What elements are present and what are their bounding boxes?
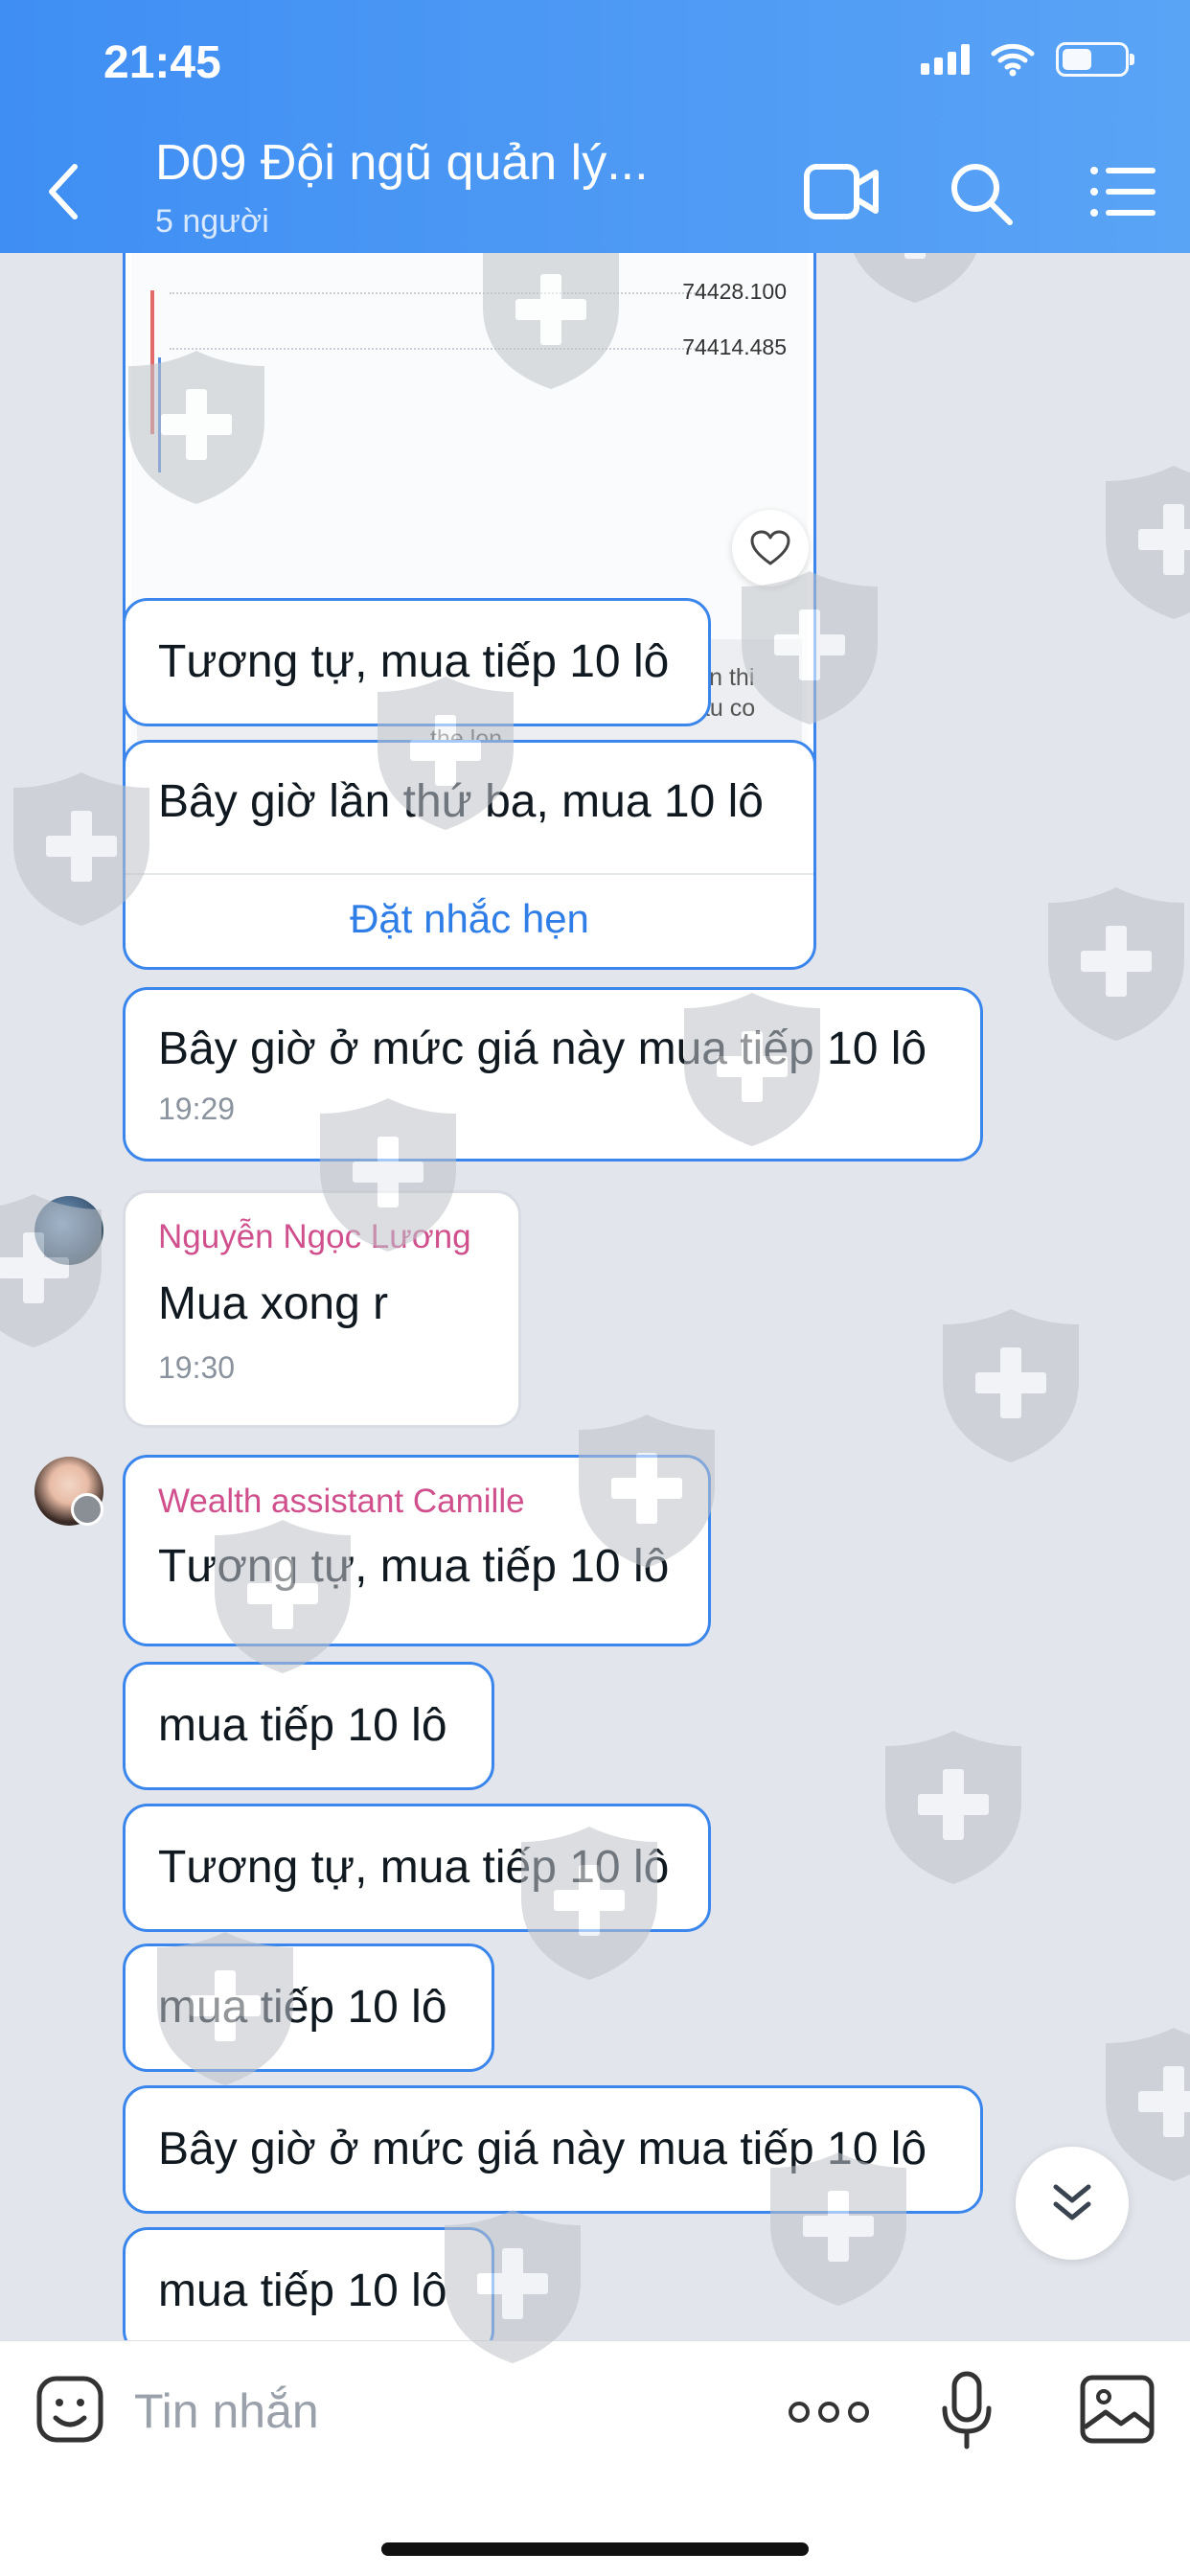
message-text: mua tiếp 10 lô [158,1700,447,1751]
message-text: Tương tự, mua tiếp 10 lô [158,1842,670,1893]
set-reminder-link[interactable]: Đặt nhắc hẹn [126,896,813,942]
sender-name[interactable]: Nguyễn Ngọc Lương [158,1218,486,1256]
wifi-icon [991,43,1035,77]
message-composer [0,2340,1190,2576]
message-text: Bây giờ lần thứ ba, mua 10 lô [158,776,764,827]
emoji-icon[interactable] [34,2374,105,2445]
more-options-icon[interactable] [786,2383,872,2441]
member-count[interactable]: 5 người [155,203,269,241]
message-bubble[interactable]: Wealth assistant Camille Tương tự, mua t… [123,1455,711,1646]
price-label: 74428.100 [682,279,787,304]
video-call-icon[interactable] [801,153,881,230]
message-bubble[interactable]: mua tiếp 10 lô [123,1944,494,2072]
message-bubble[interactable]: Tương tự, mua tiếp 10 lô [123,598,711,726]
message-time: 19:30 [158,1350,236,1385]
heart-react-button[interactable] [732,510,809,586]
heart-icon [750,530,790,565]
message-text: Bây giờ ở mức giá này mua tiếp 10 lô [158,1024,927,1074]
status-icons [921,42,1134,77]
menu-list-icon[interactable] [1085,153,1165,230]
message-bubble[interactable]: Tương tự, mua tiếp 10 lô [123,1804,711,1932]
message-text: Mua xong r [158,1278,389,1329]
price-gridline [170,292,702,294]
signal-icon [921,44,970,75]
image-gallery-icon[interactable] [1079,2374,1156,2445]
search-icon[interactable] [941,153,1021,230]
message-text: Bây giờ ở mức giá này mua tiếp 10 lô [158,2124,927,2174]
message-text: mua tiếp 10 lô [158,1982,447,2033]
message-text: Tương tự, mua tiếp 10 lô [158,1541,670,1592]
key-badge-icon [71,1493,103,1526]
price-gridline [170,348,702,350]
message-text: Tương tự, mua tiếp 10 lô [158,636,670,687]
battery-icon [1056,42,1134,77]
double-chevron-down-icon [1053,2184,1091,2220]
message-bubble[interactable]: Nguyễn Ngọc Lương Mua xong r 19:30 [123,1190,521,1428]
message-bubble[interactable]: mua tiếp 10 lô [123,1662,494,1790]
scroll-to-bottom-button[interactable] [1016,2147,1129,2260]
back-arrow-icon[interactable] [40,157,86,226]
group-title[interactable]: D09 Đội ngũ quản lý... [155,134,649,192]
chart-line-red [150,290,154,434]
microphone-icon[interactable] [937,2370,996,2450]
sender-name[interactable]: Wealth assistant Camille [158,1483,675,1521]
home-indicator [381,2542,809,2556]
status-time: 21:45 [103,37,221,88]
message-input[interactable] [134,2378,709,2445]
message-bubble-with-reminder[interactable]: Bây giờ lần thứ ba, mua 10 lô Đặt nhắc h… [123,740,816,970]
chat-thread[interactable]: 74428.100 74414.485 Chu y! Giao dich se … [0,253,1190,2340]
avatar[interactable] [34,1196,103,1265]
divider [126,873,813,875]
message-bubble[interactable]: Bây giờ ở mức giá này mua tiếp 10 lô [123,2085,983,2214]
message-text: mua tiếp 10 lô [158,2266,447,2316]
message-time: 19:29 [158,1092,236,1126]
chart-line-blue [158,357,161,472]
message-bubble[interactable]: mua tiếp 10 lô [123,2227,494,2340]
message-bubble[interactable]: Bây giờ ở mức giá này mua tiếp 10 lô 19:… [123,987,983,1162]
price-label: 74414.485 [682,334,787,359]
chat-header: 21:45 D09 Đội ngũ quản lý... 5 người [0,0,1190,253]
